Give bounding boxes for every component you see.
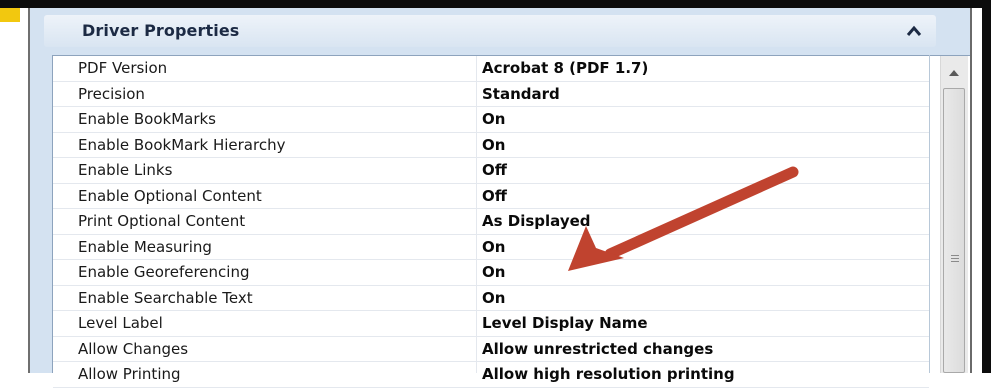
annotation-arrow-icon bbox=[568, 166, 799, 271]
property-row-allow-printing[interactable]: Allow Printing Allow high resolution pri… bbox=[53, 362, 929, 388]
property-value[interactable]: On bbox=[482, 263, 505, 281]
grid-right-border bbox=[929, 55, 930, 373]
window-top-edge bbox=[0, 0, 991, 8]
property-name: Level Label bbox=[78, 314, 163, 332]
property-name: Precision bbox=[78, 84, 145, 103]
property-value[interactable]: Off bbox=[482, 187, 507, 205]
property-name: Enable Measuring bbox=[78, 237, 212, 256]
property-name: Allow Changes bbox=[78, 339, 189, 358]
property-value[interactable]: Standard bbox=[482, 85, 560, 103]
yellow-window-accent bbox=[0, 8, 20, 22]
property-row-level-label[interactable]: Level Label Level Display Name bbox=[53, 311, 929, 337]
property-value[interactable]: Acrobat 8 (PDF 1.7) bbox=[482, 59, 648, 77]
property-value[interactable]: On bbox=[482, 110, 505, 128]
chevron-up-icon[interactable] bbox=[906, 24, 922, 38]
property-row-allow-changes[interactable]: Allow Changes Allow unrestricted changes bbox=[53, 337, 929, 362]
scrollbar-thumb[interactable] bbox=[943, 88, 965, 373]
property-name: Enable BookMarks bbox=[78, 110, 216, 128]
property-value[interactable]: On bbox=[482, 136, 505, 154]
property-name: Enable Georeferencing bbox=[78, 263, 250, 281]
right-margin bbox=[972, 8, 982, 373]
property-value[interactable]: Level Display Name bbox=[482, 314, 648, 332]
property-name: Enable Searchable Text bbox=[78, 288, 253, 307]
property-name: Enable Links bbox=[78, 161, 173, 179]
property-row-precision[interactable]: Precision Standard bbox=[53, 82, 929, 107]
property-row-enable-bookmarks[interactable]: Enable BookMarks On bbox=[53, 107, 929, 133]
property-value[interactable]: On bbox=[482, 289, 505, 307]
property-value[interactable]: Allow unrestricted changes bbox=[482, 340, 713, 358]
property-name: Allow Printing bbox=[78, 365, 181, 383]
property-name: Print Optional Content bbox=[78, 212, 246, 230]
left-margin bbox=[0, 8, 28, 373]
property-row-pdf-version[interactable]: PDF Version Acrobat 8 (PDF 1.7) bbox=[53, 56, 929, 82]
property-name: PDF Version bbox=[78, 59, 168, 77]
grip-icon bbox=[951, 255, 959, 264]
panel-header[interactable]: Driver Properties bbox=[44, 15, 936, 47]
property-value[interactable]: Off bbox=[482, 161, 507, 179]
scroll-up-icon[interactable] bbox=[942, 62, 966, 84]
panel-title: Driver Properties bbox=[82, 21, 240, 40]
property-value[interactable]: On bbox=[482, 238, 505, 256]
window-right-edge bbox=[982, 0, 991, 373]
property-name: Enable Optional Content bbox=[78, 186, 262, 205]
property-name: Enable BookMark Hierarchy bbox=[78, 135, 286, 154]
property-value[interactable]: Allow high resolution printing bbox=[482, 365, 735, 383]
